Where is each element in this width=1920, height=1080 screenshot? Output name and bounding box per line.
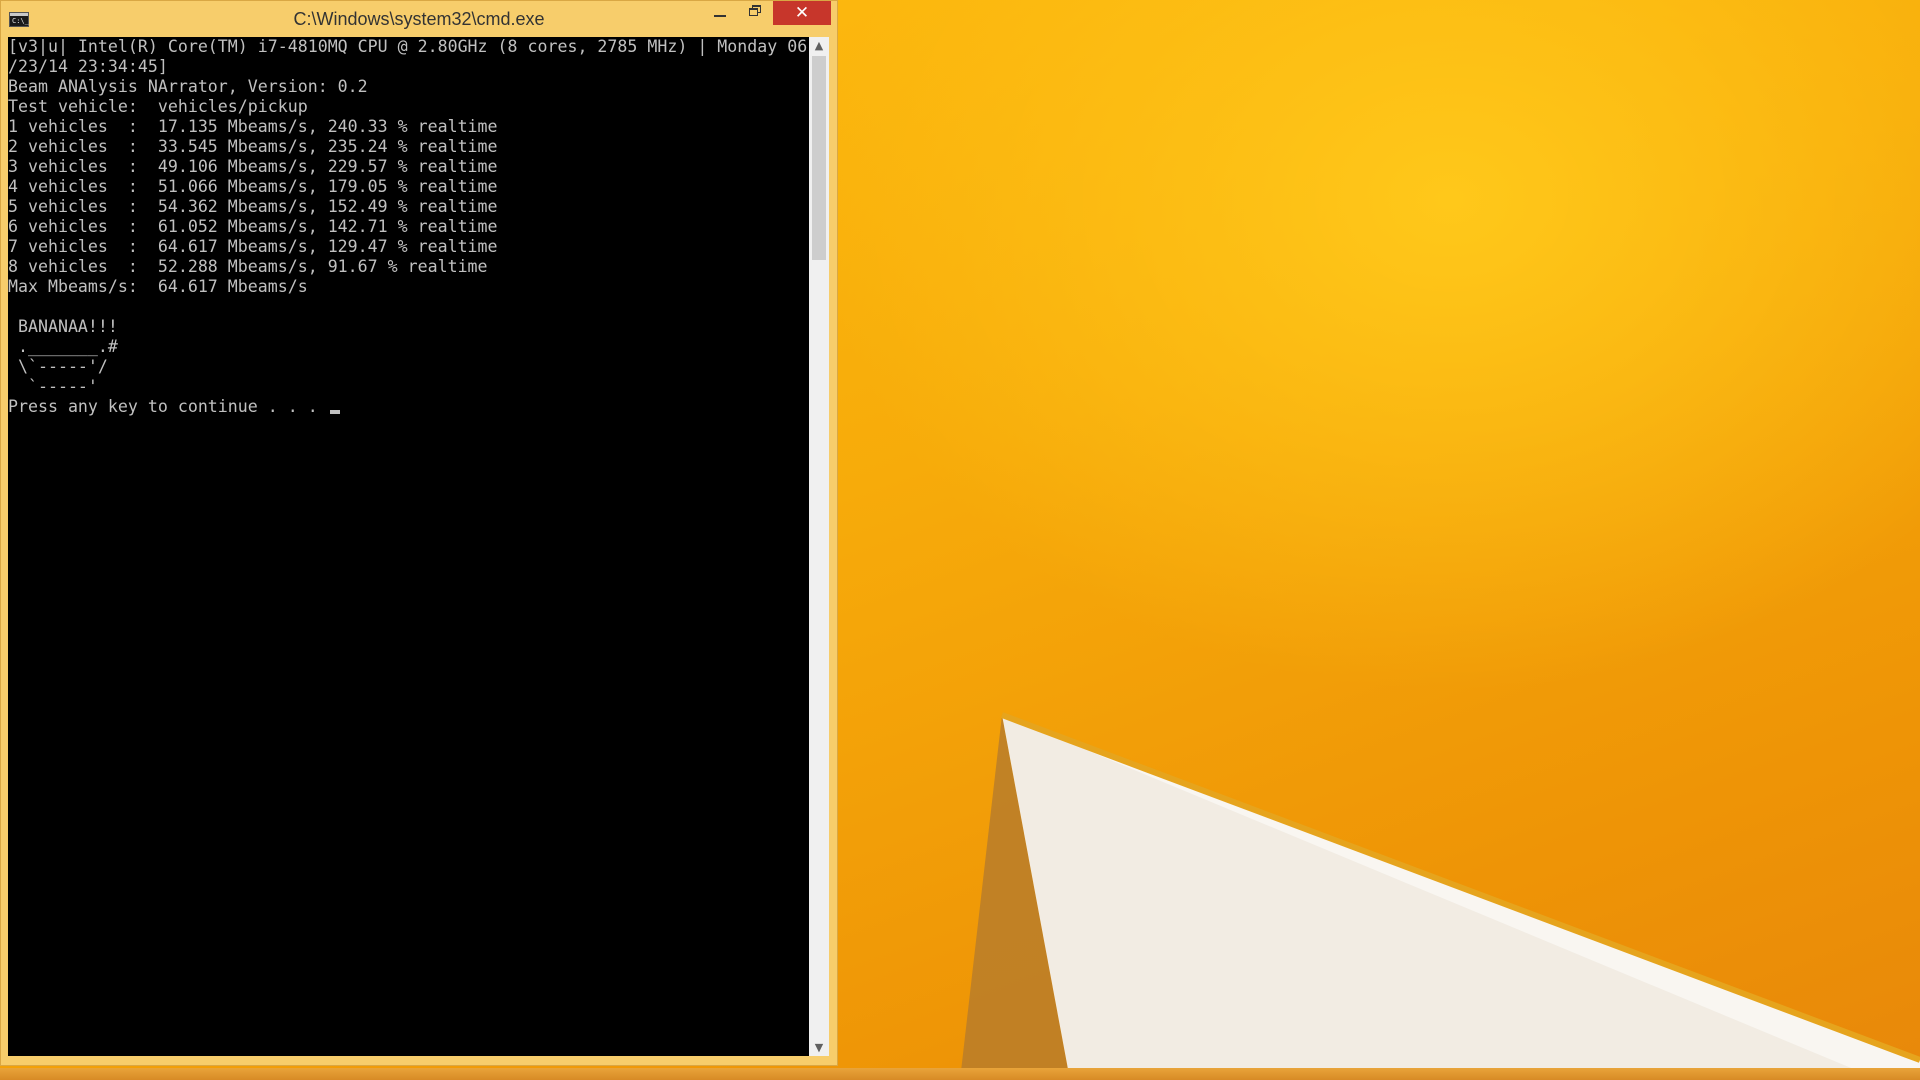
scroll-thumb[interactable] bbox=[812, 56, 826, 260]
vertical-scrollbar[interactable]: ▲ ▼ bbox=[809, 37, 829, 1056]
console-prompt: Press any key to continue . . . bbox=[8, 397, 328, 416]
console-window[interactable]: C:\_ C:\Windows\system32\cmd.exe ✕ [v3|u… bbox=[0, 0, 838, 1066]
close-button[interactable]: ✕ bbox=[773, 1, 831, 25]
console-line: 7 vehicles : 64.617 Mbeams/s, 129.47 % r… bbox=[8, 237, 498, 256]
console-line: 2 vehicles : 33.545 Mbeams/s, 235.24 % r… bbox=[8, 137, 498, 156]
console-line: ._______.# bbox=[8, 337, 118, 356]
console-line: \`-----'/ bbox=[8, 357, 108, 376]
console-line: 6 vehicles : 61.052 Mbeams/s, 142.71 % r… bbox=[8, 217, 498, 236]
console-line: 4 vehicles : 51.066 Mbeams/s, 179.05 % r… bbox=[8, 177, 498, 196]
console-line: [v3|u| Intel(R) Core(TM) i7-4810MQ CPU @… bbox=[8, 37, 808, 56]
console-line: /23/14 23:34:45] bbox=[8, 57, 168, 76]
close-icon: ✕ bbox=[794, 3, 810, 23]
title-bar[interactable]: C:\_ C:\Windows\system32\cmd.exe ✕ bbox=[1, 1, 837, 37]
restore-icon bbox=[749, 5, 761, 16]
console-line: Max Mbeams/s: 64.617 Mbeams/s bbox=[8, 277, 308, 296]
console-line: 3 vehicles : 49.106 Mbeams/s, 229.57 % r… bbox=[8, 157, 498, 176]
console-prompt-line: Press any key to continue . . . bbox=[8, 397, 809, 417]
minimize-button[interactable] bbox=[705, 1, 735, 25]
scroll-up-button[interactable]: ▲ bbox=[809, 37, 829, 54]
console-line: `-----' bbox=[8, 377, 98, 396]
text-cursor bbox=[329, 410, 340, 414]
console-output[interactable]: [v3|u| Intel(R) Core(TM) i7-4810MQ CPU @… bbox=[8, 37, 809, 1056]
console-line: BANANAA!!! bbox=[8, 317, 118, 336]
console-line: Test vehicle: vehicles/pickup bbox=[8, 97, 308, 116]
chevron-up-icon: ▲ bbox=[814, 39, 824, 52]
scroll-down-button[interactable]: ▼ bbox=[809, 1039, 829, 1056]
console-line: 1 vehicles : 17.135 Mbeams/s, 240.33 % r… bbox=[8, 117, 498, 136]
console-text: [v3|u| Intel(R) Core(TM) i7-4810MQ CPU @… bbox=[8, 37, 809, 417]
chevron-down-icon: ▼ bbox=[814, 1041, 824, 1054]
restore-button[interactable] bbox=[740, 1, 770, 25]
console-line: 5 vehicles : 54.362 Mbeams/s, 152.49 % r… bbox=[8, 197, 498, 216]
minimize-icon bbox=[714, 15, 726, 17]
taskbar-edge bbox=[0, 1068, 1920, 1080]
console-line: 8 vehicles : 52.288 Mbeams/s, 91.67 % re… bbox=[8, 257, 488, 276]
console-line: Beam ANAlysis NArrator, Version: 0.2 bbox=[8, 77, 368, 96]
